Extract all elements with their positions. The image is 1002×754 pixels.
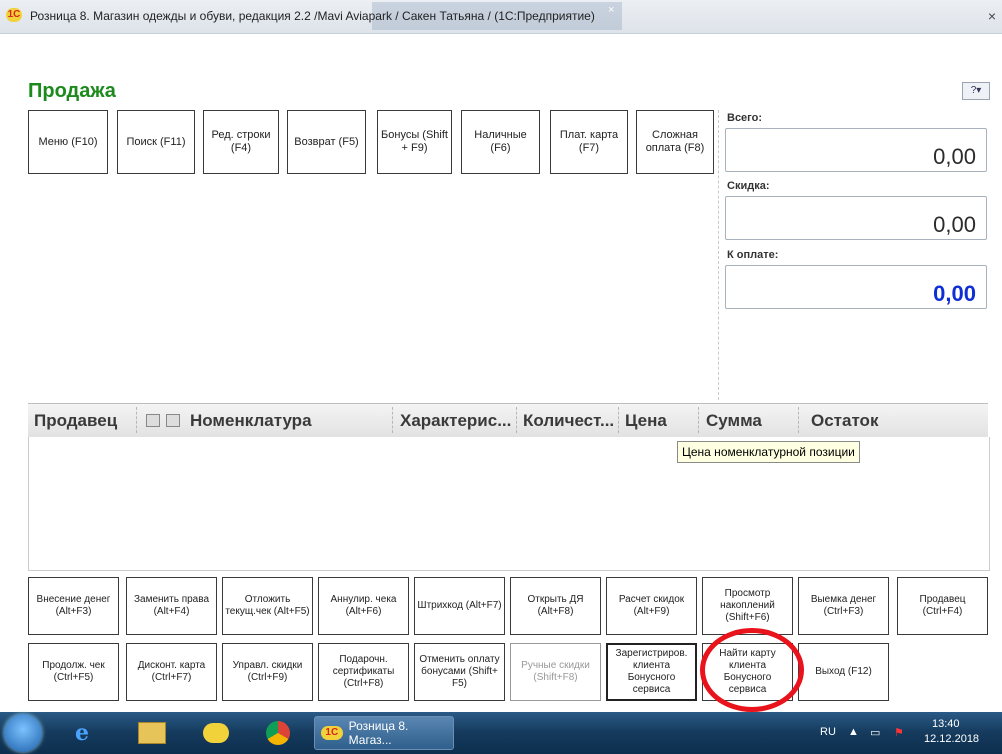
window-title-bar: 1С Розница 8. Магазин одежды и обуви, ре… <box>0 0 1002 34</box>
language-indicator[interactable]: RU <box>820 726 836 738</box>
total-value: 0,00 <box>725 128 987 172</box>
clock-date[interactable]: 12.12.2018 <box>924 733 979 745</box>
1c-taskbar-icon[interactable] <box>196 716 236 750</box>
total-label: Всего: <box>727 112 762 124</box>
column-nomenclature[interactable]: Номенклатура <box>190 411 312 431</box>
column-separator <box>136 407 137 433</box>
search-button[interactable]: Поиск (F11) <box>117 110 195 174</box>
column-tooltip: Цена номенклатурной позиции <box>677 441 860 463</box>
taskbar-app-label: Розница 8. Магаз... <box>348 719 409 747</box>
cash-out-button[interactable]: Выемка денег (Ctrl+F3) <box>798 577 889 635</box>
discount-label: Скидка: <box>727 180 770 192</box>
panel-divider <box>718 110 719 400</box>
window-close-icon[interactable]: × <box>988 8 996 24</box>
open-cash-drawer-button[interactable]: Открыть ДЯ (Alt+F8) <box>510 577 601 635</box>
postpone-receipt-button[interactable]: Отложить текущ.чек (Alt+F5) <box>222 577 313 635</box>
help-menu-button[interactable]: ?▾ <box>962 82 990 100</box>
exit-button[interactable]: Выход (F12) <box>798 643 889 701</box>
calculate-discounts-button[interactable]: Расчет скидок (Alt+F9) <box>606 577 697 635</box>
system-tray: RU ▲ ▭ ⚑ 13:40 12.12.2018 <box>810 716 1002 750</box>
internet-explorer-icon[interactable]: e <box>62 716 102 750</box>
complex-payment-button[interactable]: Сложная оплата (F8) <box>636 110 714 174</box>
cash-in-button[interactable]: Внесение денег (Alt+F3) <box>28 577 119 635</box>
column-price[interactable]: Цена <box>625 411 667 431</box>
1c-app-icon: 1С <box>6 8 22 22</box>
column-separator <box>798 407 799 433</box>
manage-discounts-button[interactable]: Управл. скидки (Ctrl+F9) <box>222 643 313 701</box>
items-table-header: Продавец Номенклатура Характерис... Коли… <box>28 403 988 438</box>
column-separator <box>392 407 393 433</box>
chrome-icon[interactable] <box>258 716 298 750</box>
picture-icon <box>166 414 180 427</box>
seller-button[interactable]: Продавец (Ctrl+F4) <box>897 577 988 635</box>
barcode-button[interactable]: Штрихкод (Alt+F7) <box>414 577 505 635</box>
1c-logo-icon: 1С <box>321 726 343 740</box>
column-seller[interactable]: Продавец <box>34 411 117 431</box>
continue-receipt-button[interactable]: Продолж. чек (Ctrl+F5) <box>28 643 119 701</box>
gift-certificates-button[interactable]: Подарочн. сертификаты (Ctrl+F8) <box>318 643 409 701</box>
column-quantity[interactable]: Количест... <box>523 411 614 431</box>
column-separator <box>516 407 517 433</box>
view-accumulations-button[interactable]: Просмотр накоплений (Shift+F6) <box>702 577 793 635</box>
page-title: Продажа <box>28 80 116 102</box>
start-button[interactable] <box>4 714 42 752</box>
show-hidden-icons-icon[interactable]: ▲ <box>848 726 859 738</box>
bonuses-button[interactable]: Бонусы (Shift + F9) <box>377 110 452 174</box>
column-separator <box>698 407 699 433</box>
tab-close-icon[interactable]: × <box>608 4 614 16</box>
cash-button[interactable]: Наличные (F6) <box>461 110 540 174</box>
taskbar-app-retail[interactable]: 1С Розница 8. Магаз... <box>314 716 454 750</box>
column-stock[interactable]: Остаток <box>811 411 878 431</box>
action-center-icon[interactable]: ⚑ <box>894 726 904 739</box>
clock-time[interactable]: 13:40 <box>932 718 960 730</box>
window-title: Розница 8. Магазин одежды и обуви, редак… <box>30 9 595 23</box>
return-button[interactable]: Возврат (F5) <box>287 110 366 174</box>
windows-taskbar: e 1С Розница 8. Магаз... RU ▲ ▭ ⚑ 13:40 … <box>0 712 1002 754</box>
menu-button[interactable]: Меню (F10) <box>28 110 108 174</box>
change-rights-button[interactable]: Заменить права (Alt+F4) <box>126 577 217 635</box>
discount-value: 0,00 <box>725 196 987 240</box>
discount-card-button[interactable]: Дисконт. карта (Ctrl+F7) <box>126 643 217 701</box>
column-separator <box>618 407 619 433</box>
card-payment-button[interactable]: Плат. карта (F7) <box>550 110 628 174</box>
payable-value: 0,00 <box>725 265 987 309</box>
register-bonus-client-button[interactable]: Зарегистриров. клиента Бонусного сервиса <box>606 643 697 701</box>
payable-label: К оплате: <box>727 249 779 261</box>
find-bonus-card-button[interactable]: Найти карту клиента Бонусного сервиса <box>702 643 793 701</box>
file-explorer-icon[interactable] <box>132 716 172 750</box>
edit-row-button[interactable]: Ред. строки (F4) <box>203 110 279 174</box>
column-characteristic[interactable]: Характерис... <box>400 411 511 431</box>
manual-discounts-button[interactable]: Ручные скидки (Shift+F8) <box>510 643 601 701</box>
cancel-bonus-payment-button[interactable]: Отменить оплату бонусами (Shift+ F5) <box>414 643 505 701</box>
cancel-receipt-button[interactable]: Аннулир. чека (Alt+F6) <box>318 577 409 635</box>
network-icon[interactable]: ▭ <box>870 726 880 739</box>
row-number-icon <box>146 414 160 427</box>
column-sum[interactable]: Сумма <box>706 411 762 431</box>
